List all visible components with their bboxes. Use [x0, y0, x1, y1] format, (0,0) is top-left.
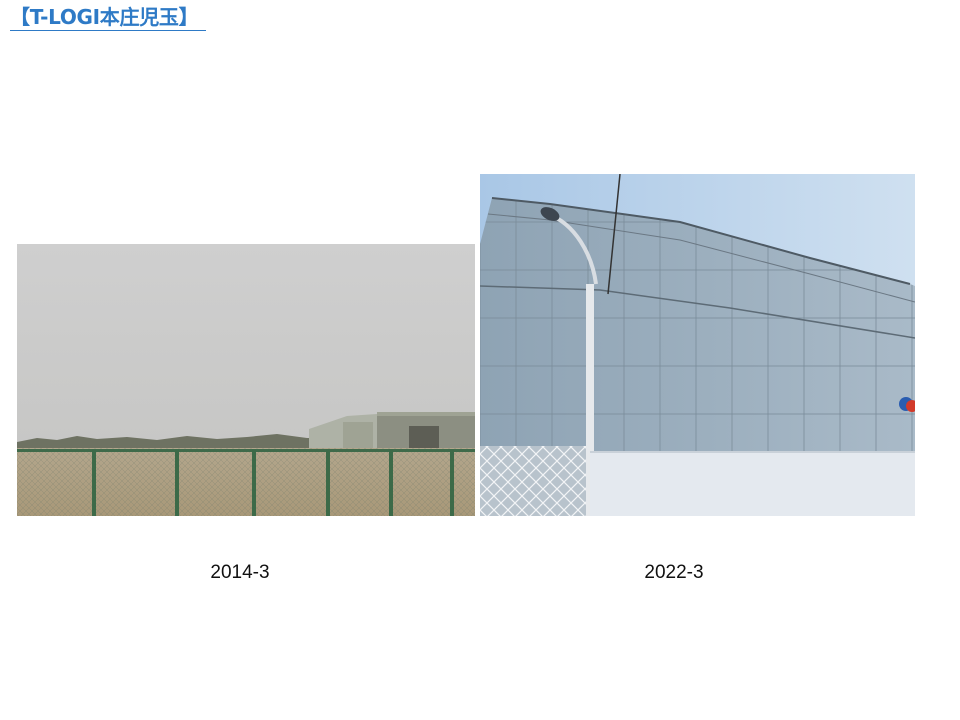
photo-2022	[480, 174, 915, 516]
page-title-link[interactable]: 【T-LOGI本庄児玉】	[10, 4, 207, 31]
photo-2014	[17, 244, 475, 516]
empty-field-fence-photo	[17, 244, 475, 516]
photo-caption-2014: 2014-3	[210, 562, 270, 583]
building-under-construction-photo	[480, 174, 915, 516]
photo-caption-2022: 2022-3	[644, 562, 704, 583]
